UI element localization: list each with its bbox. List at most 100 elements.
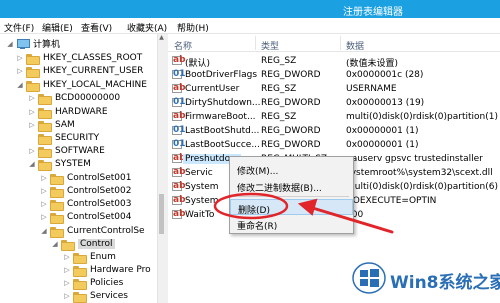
value-name: Servic [185, 168, 213, 178]
menu-item-modify[interactable]: 修改(M)... [230, 161, 353, 177]
column-data[interactable]: 数据 [346, 39, 364, 52]
value-type: REG_SZ [261, 84, 297, 94]
dword-value-icon: 01 [172, 69, 186, 79]
menu-favorites[interactable]: 收藏夹(A) [127, 21, 167, 34]
expand-arrow-icon[interactable]: ▷ [40, 174, 48, 182]
value-name: System [185, 196, 219, 206]
tree-item-control[interactable]: ◢ Control [51, 237, 115, 251]
menu-help[interactable]: 帮助(H) [177, 21, 209, 34]
tree-item-label: Policies [90, 277, 124, 288]
string-value-icon: ab [172, 167, 186, 177]
tree-item-policies[interactable]: ▷ Policies [63, 276, 124, 290]
expand-arrow-icon[interactable]: ▷ [63, 292, 71, 300]
menu-item-rename[interactable]: 重命名(R) [230, 216, 353, 232]
tree-item-computer[interactable]: ◢ 计算机 [6, 37, 60, 50]
tree-item-hardware[interactable]: ▷ HARDWARE [28, 105, 108, 119]
tree-item-controlset002[interactable]: ▷ ControlSet002 [40, 184, 132, 198]
value-data: multi(0)disk(0)rdisk(0)partition(1) [346, 112, 498, 122]
tree-item-currentcontrolset[interactable]: ◢ CurrentControlSe [40, 224, 145, 238]
expand-arrow-icon[interactable]: ▷ [40, 187, 48, 195]
tree-item-services[interactable]: ▷ Services [63, 289, 128, 303]
expand-arrow-icon[interactable]: ◢ [16, 81, 24, 89]
value-data: 0x00000001 (1) [346, 126, 419, 136]
value-name: DirtyShutdown... [185, 98, 261, 108]
folder-icon [73, 278, 87, 290]
value-row[interactable]: ab CurrentUser REG_SZ USERNAME [168, 83, 500, 96]
value-type: REG_SZ [261, 56, 297, 66]
menu-edit[interactable]: 编辑(E) [42, 21, 73, 34]
tree-item-label: Hardware Pro [90, 264, 151, 275]
value-row[interactable]: 01 BootDriverFlags REG_DWORD 0x0000001c … [168, 69, 500, 82]
menu-file[interactable]: 文件(F) [4, 21, 34, 34]
expand-arrow-icon[interactable]: ▷ [40, 200, 48, 208]
column-divider[interactable] [340, 36, 341, 50]
value-row[interactable]: 01 LastBootShutd... REG_DWORD 0x00000001… [168, 125, 500, 138]
expand-arrow-icon[interactable]: ◢ [51, 240, 59, 248]
tree-item-label: BCD00000000 [55, 92, 121, 103]
expand-arrow-icon[interactable]: ◢ [6, 40, 14, 48]
value-row[interactable]: ab (默认) REG_SZ (数值未设置) [168, 55, 500, 69]
menu-item-modify-binary[interactable]: 修改二进制数据(B)... [230, 178, 353, 194]
value-row[interactable]: 01 DirtyShutdown... REG_DWORD 0x00000013… [168, 97, 500, 110]
folder-icon [50, 199, 64, 211]
tree-item-hklm[interactable]: ◢ HKEY_LOCAL_MACHINE [16, 78, 147, 92]
value-data: 0x0000001c (28) [346, 70, 424, 80]
value-type: REG_SZ [261, 112, 297, 122]
tree-item-security[interactable]: SECURITY [28, 131, 100, 145]
expand-arrow-icon[interactable]: ▷ [28, 108, 36, 116]
expand-arrow-icon[interactable]: ▷ [16, 67, 24, 75]
context-menu: 修改(M)... 修改二进制数据(B)... 删除(D) 重命名(R) [229, 156, 354, 234]
value-data: systemroot%\system32\scext.dll [346, 168, 493, 178]
value-row[interactable]: 01 LastBootSucce... REG_DWORD 0x00000001… [168, 139, 500, 152]
expand-arrow-icon[interactable]: ▷ [63, 279, 71, 287]
expand-arrow-icon[interactable]: ▷ [28, 121, 36, 129]
dword-value-icon: 01 [172, 139, 186, 149]
expand-arrow-icon[interactable]: ▷ [63, 266, 71, 274]
string-value-icon: ab [172, 83, 186, 93]
folder-icon [73, 265, 87, 277]
tree-item-label: SECURITY [55, 132, 100, 143]
tree-item-enum[interactable]: ▷ Enum [63, 250, 116, 264]
column-type[interactable]: 类型 [261, 39, 279, 52]
folder-icon [38, 146, 52, 158]
expand-arrow-icon[interactable]: ▷ [28, 94, 36, 102]
menu-bar: 文件(F) 编辑(E) 查看(V) 收藏夹(A) 帮助(H) [0, 18, 500, 34]
expand-arrow-icon[interactable]: ▷ [63, 253, 71, 261]
expand-arrow-icon[interactable]: ▷ [28, 147, 36, 155]
value-data: 0x00000001 (1) [346, 140, 419, 150]
tree-item-system[interactable]: ◢ SYSTEM [28, 157, 91, 171]
tree-item-sam[interactable]: ▷ SAM [28, 118, 75, 132]
tree-scrollbar[interactable]: ▲ [157, 34, 164, 303]
window-title: 注册表编辑器 [343, 7, 403, 18]
value-type: REG_DWORD [261, 98, 321, 108]
column-name[interactable]: 名称 [174, 39, 192, 52]
value-row[interactable]: ab FirmwareBoot... REG_SZ multi(0)disk(0… [168, 111, 500, 124]
tree-item-controlset003[interactable]: ▷ ControlSet003 [40, 197, 132, 211]
string-value-icon: ab [172, 195, 186, 205]
tree-item-hkcu[interactable]: ▷ HKEY_CURRENT_USER [16, 64, 143, 78]
expand-arrow-icon[interactable]: ▷ [40, 213, 48, 221]
folder-icon [73, 252, 87, 264]
folder-icon [26, 66, 40, 78]
tree-item-label: Enum [90, 251, 116, 262]
tree-item-hardware-profiles[interactable]: ▷ Hardware Pro [63, 263, 151, 277]
watermark-text: Win8系统之家 [390, 273, 500, 293]
tree-item-hkcr[interactable]: ▷ HKEY_CLASSES_ROOT [16, 51, 142, 65]
tree-item-controlset004[interactable]: ▷ ControlSet004 [40, 210, 132, 224]
menu-view[interactable]: 查看(V) [81, 21, 112, 34]
value-data: USERNAME [346, 84, 397, 94]
expand-arrow-icon[interactable]: ◢ [28, 160, 36, 168]
tree-item-label: 计算机 [33, 40, 61, 50]
expand-arrow-icon[interactable]: ◢ [40, 227, 48, 235]
tree-item-controlset001[interactable]: ▷ ControlSet001 [40, 171, 132, 185]
value-name: (默认) [185, 59, 211, 69]
expand-arrow-icon[interactable]: ▷ [16, 54, 24, 62]
menu-item-delete[interactable]: 删除(D) [230, 199, 353, 216]
tree-item-software[interactable]: ▷ SOFTWARE [28, 144, 105, 158]
title-bar: 注册表编辑器 [0, 0, 500, 18]
value-name: LastBootShutd... [185, 126, 260, 136]
tree-item-bcd[interactable]: ▷ BCD00000000 [28, 91, 121, 105]
column-divider[interactable] [255, 36, 256, 50]
tree-item-label: ControlSet003 [67, 198, 132, 209]
watermark: Win8系统之家 [352, 258, 500, 298]
